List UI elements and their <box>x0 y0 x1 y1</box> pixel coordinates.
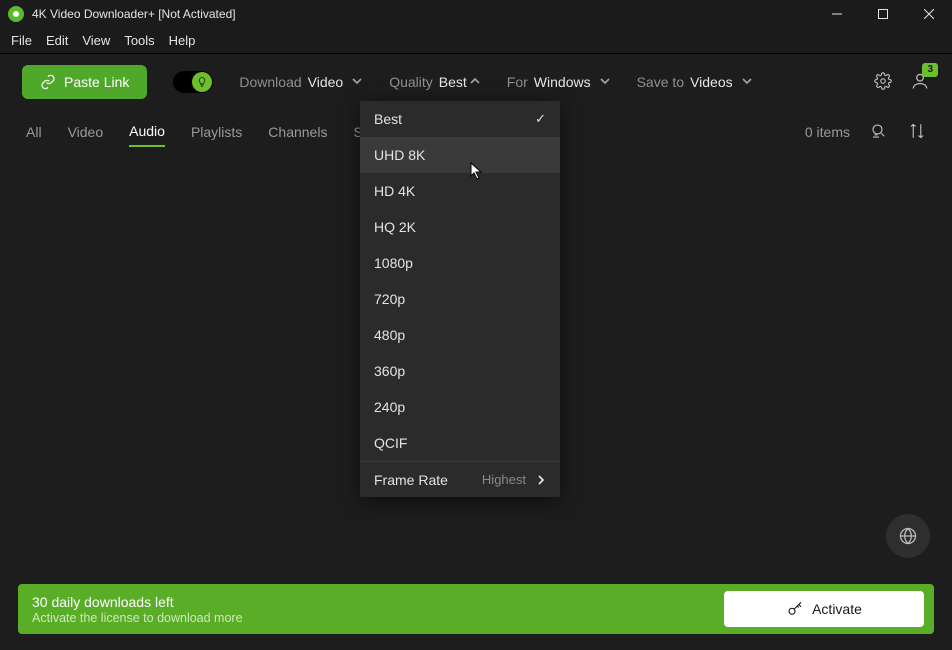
window-controls <box>814 0 952 28</box>
download-label: Download <box>239 74 301 90</box>
quality-option-360p[interactable]: 360p <box>360 353 560 389</box>
activate-label: Activate <box>812 601 862 617</box>
quality-option-hq2k[interactable]: HQ 2K <box>360 209 560 245</box>
app-logo-icon <box>8 6 24 22</box>
menu-help[interactable]: Help <box>162 31 203 50</box>
paste-link-button[interactable]: Paste Link <box>22 65 147 99</box>
settings-button[interactable] <box>874 72 892 93</box>
tab-channels[interactable]: Channels <box>268 118 327 146</box>
paste-link-label: Paste Link <box>64 74 129 90</box>
quality-option-480p[interactable]: 480p <box>360 317 560 353</box>
quality-dropdown: Best UHD 8K HD 4K HQ 2K 1080p 720p 480p … <box>360 101 560 497</box>
search-filter-button[interactable] <box>870 122 888 143</box>
banner-line1: 30 daily downloads left <box>32 594 243 610</box>
sort-button[interactable] <box>908 122 926 143</box>
quality-option-qcif[interactable]: QCIF <box>360 425 560 461</box>
quality-selector[interactable]: Quality Best <box>389 74 481 90</box>
quality-option-1080p[interactable]: 1080p <box>360 245 560 281</box>
chevron-right-icon <box>526 472 546 488</box>
download-selector[interactable]: Download Video <box>239 74 363 90</box>
menu-view[interactable]: View <box>75 31 117 50</box>
sort-icon <box>908 122 926 140</box>
title-bar: 4K Video Downloader+ [Not Activated] <box>0 0 952 28</box>
chevron-down-icon <box>599 74 611 90</box>
chevron-up-icon <box>469 74 481 90</box>
quality-option-hd4k[interactable]: HD 4K <box>360 173 560 209</box>
activation-banner: 30 daily downloads left Activate the lic… <box>18 584 934 634</box>
close-button[interactable] <box>906 0 952 28</box>
menu-tools[interactable]: Tools <box>117 31 161 50</box>
framerate-label: Frame Rate <box>374 472 448 488</box>
for-value: Windows <box>534 74 591 90</box>
for-label: For <box>507 74 528 90</box>
tab-all[interactable]: All <box>26 118 42 146</box>
menu-bar: File Edit View Tools Help <box>0 28 952 54</box>
globe-icon <box>898 526 918 546</box>
quality-option-best[interactable]: Best <box>360 101 560 137</box>
quality-option-uhd8k[interactable]: UHD 8K <box>360 137 560 173</box>
banner-line2: Activate the license to download more <box>32 611 243 625</box>
gear-icon <box>874 72 892 90</box>
framerate-value: Highest <box>482 472 526 487</box>
window-title: 4K Video Downloader+ [Not Activated] <box>32 7 236 21</box>
chevron-down-icon <box>351 74 363 90</box>
saveto-label: Save to <box>637 74 684 90</box>
tab-playlists[interactable]: Playlists <box>191 118 242 146</box>
quality-value: Best <box>439 74 467 90</box>
minimize-button[interactable] <box>814 0 860 28</box>
search-filter-icon <box>870 122 888 140</box>
menu-edit[interactable]: Edit <box>39 31 75 50</box>
browser-fab[interactable] <box>886 514 930 558</box>
tab-audio[interactable]: Audio <box>129 117 165 147</box>
quality-option-240p[interactable]: 240p <box>360 389 560 425</box>
menu-file[interactable]: File <box>4 31 39 50</box>
items-count: 0 items <box>805 124 850 140</box>
saveto-selector[interactable]: Save to Videos <box>637 74 753 90</box>
chevron-down-icon <box>741 74 753 90</box>
quality-label: Quality <box>389 74 433 90</box>
activate-button[interactable]: Activate <box>724 591 924 627</box>
download-value: Video <box>308 74 344 90</box>
for-selector[interactable]: For Windows <box>507 74 611 90</box>
link-icon <box>40 74 56 90</box>
bulb-icon <box>192 72 212 92</box>
smart-mode-toggle[interactable] <box>173 71 213 93</box>
maximize-button[interactable] <box>860 0 906 28</box>
tab-video[interactable]: Video <box>68 118 104 146</box>
key-icon <box>786 600 804 618</box>
profile-button[interactable]: 3 <box>910 71 930 94</box>
saveto-value: Videos <box>690 74 733 90</box>
notification-badge: 3 <box>922 63 938 77</box>
framerate-submenu[interactable]: Frame Rate Highest <box>360 461 560 497</box>
quality-option-720p[interactable]: 720p <box>360 281 560 317</box>
